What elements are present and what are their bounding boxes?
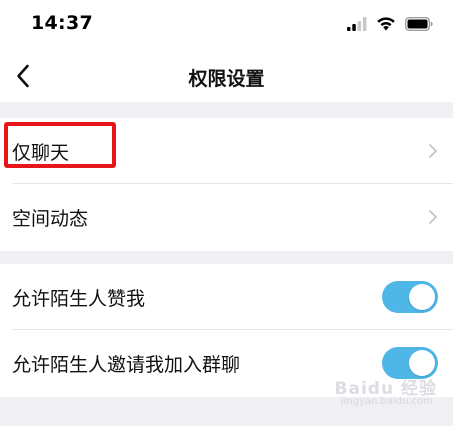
navigation-bar: 权限设置 <box>0 54 453 102</box>
settings-row-chat-only[interactable]: 仅聊天 <box>0 118 453 184</box>
row-label: 仅聊天 <box>12 142 70 164</box>
chevron-right-icon <box>427 207 439 227</box>
watermark: Baidu 经验 jingyan.baidu.com <box>317 372 437 412</box>
settings-row-space-feed[interactable]: 空间动态 <box>0 184 453 250</box>
cellular-signal-icon <box>347 16 367 35</box>
row-label: 允许陌生人赞我 <box>12 288 146 310</box>
chevron-right-icon <box>427 141 439 161</box>
status-time: 14:37 <box>31 12 93 34</box>
settings-row-allow-stranger-like: 允许陌生人赞我 <box>0 264 453 330</box>
settings-group-chat: 仅聊天 空间动态 <box>0 118 453 251</box>
settings-screen: 14:37 权限设置 仅聊天 空间动态 允许陌生人赞我 允许陌生人邀请我加入群聊… <box>0 0 453 426</box>
row-label: 允许陌生人邀请我加入群聊 <box>12 354 241 376</box>
toggle-knob <box>409 284 435 310</box>
allow-stranger-like-toggle[interactable] <box>382 281 438 313</box>
row-label: 空间动态 <box>12 208 89 230</box>
watermark-url: jingyan.baidu.com <box>340 396 433 407</box>
wifi-icon <box>376 16 396 35</box>
status-bar: 14:37 <box>0 0 453 54</box>
battery-icon <box>405 16 433 35</box>
status-icons <box>347 15 433 35</box>
page-title: 权限设置 <box>188 68 265 90</box>
